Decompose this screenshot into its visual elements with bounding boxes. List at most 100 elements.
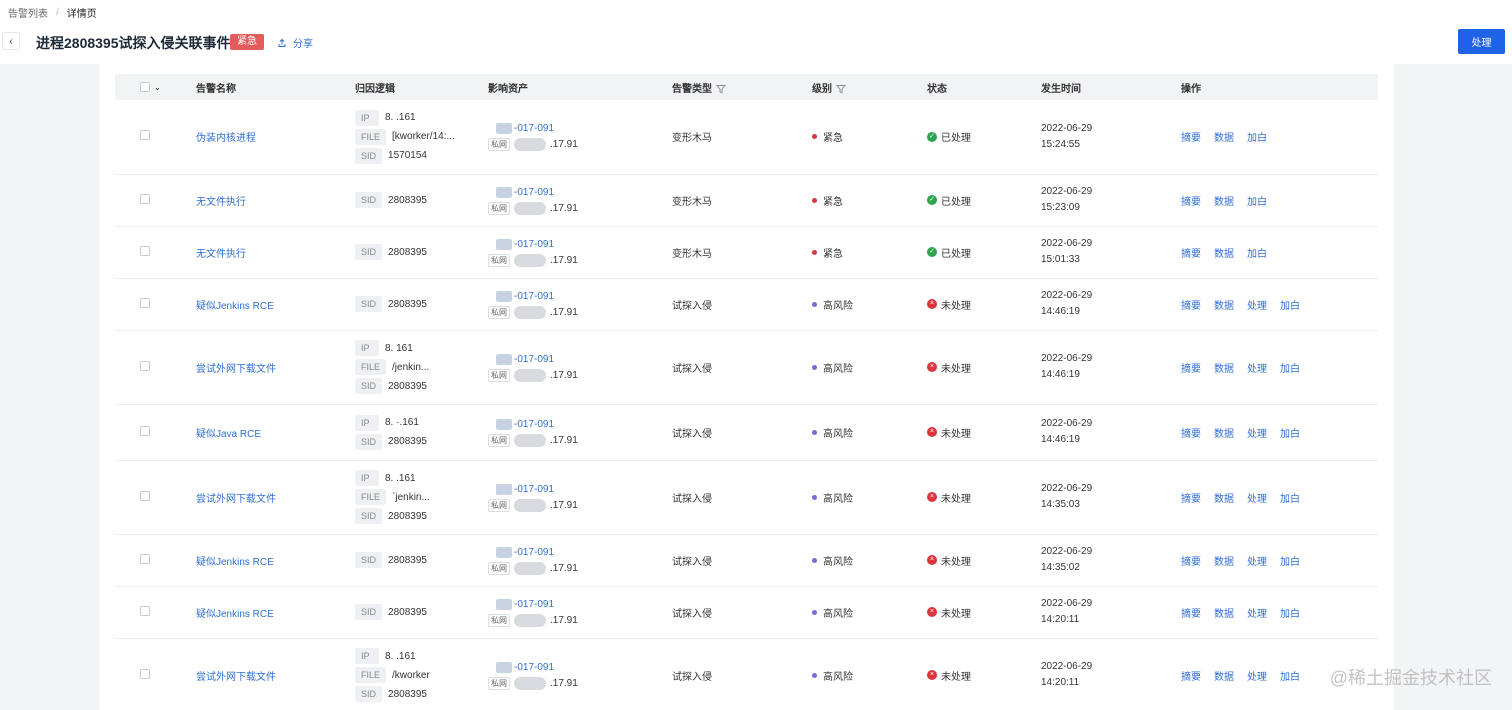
- row-checkbox[interactable]: [140, 130, 150, 141]
- alert-date: 2022-06-29: [1041, 353, 1093, 364]
- chevron-down-icon[interactable]: ⌄: [154, 83, 161, 92]
- row-checkbox[interactable]: [140, 668, 150, 679]
- op-link[interactable]: 数据: [1214, 129, 1234, 144]
- level-dot: [812, 364, 817, 370]
- attr-key: SID: [355, 686, 383, 702]
- op-link[interactable]: 数据: [1214, 605, 1234, 620]
- back-button[interactable]: ‹: [2, 32, 20, 50]
- logic-attr: SID 2808395: [355, 507, 488, 526]
- op-link[interactable]: 加白: [1280, 605, 1300, 620]
- asset-host-link[interactable]: -017-091: [514, 354, 554, 365]
- op-link[interactable]: 处理: [1247, 668, 1267, 683]
- asset-host-link[interactable]: -017-091: [514, 662, 554, 673]
- process-button[interactable]: 处理: [1458, 29, 1505, 54]
- row-checkbox[interactable]: [140, 490, 150, 501]
- redacted-block: [514, 498, 546, 512]
- row-checkbox[interactable]: [140, 425, 150, 436]
- op-link[interactable]: 加白: [1247, 245, 1267, 260]
- op-link[interactable]: 摘要: [1181, 129, 1201, 144]
- asset-host-link[interactable]: -017-091: [514, 123, 554, 134]
- alert-name-link[interactable]: 疑似Java RCE: [196, 429, 261, 440]
- table-row: 无文件执行 SID 2808395 -017-091 私网 .17.91 变形木…: [115, 226, 1378, 279]
- op-link[interactable]: 处理: [1247, 553, 1267, 568]
- op-link[interactable]: 处理: [1247, 605, 1267, 620]
- private-net-tag: 私网: [488, 433, 510, 447]
- alert-name-link[interactable]: 伪装内核进程: [196, 133, 256, 144]
- alert-name-link[interactable]: 尝试外网下载文件: [196, 672, 276, 683]
- row-actions: 摘要 数据 加白: [1181, 245, 1378, 260]
- op-link[interactable]: 摘要: [1181, 553, 1201, 568]
- alert-type: 试探入侵: [672, 278, 812, 331]
- op-link[interactable]: 处理: [1247, 297, 1267, 312]
- filter-icon[interactable]: [836, 84, 846, 94]
- alert-name-link[interactable]: 无文件执行: [196, 197, 246, 208]
- share-button[interactable]: 分享: [277, 35, 313, 50]
- op-link[interactable]: 摘要: [1181, 605, 1201, 620]
- status-cell: × 未处理: [927, 297, 1041, 312]
- asset-host-link[interactable]: -017-091: [514, 547, 554, 558]
- redacted-block: [514, 305, 546, 319]
- alert-name-link[interactable]: 疑似Jenkins RCE: [196, 557, 274, 568]
- op-link[interactable]: 数据: [1214, 425, 1234, 440]
- col-header-name: 告警名称: [196, 83, 236, 95]
- row-checkbox[interactable]: [140, 297, 150, 308]
- op-link[interactable]: 加白: [1247, 193, 1267, 208]
- op-link[interactable]: 处理: [1247, 425, 1267, 440]
- op-link[interactable]: 加白: [1280, 425, 1300, 440]
- row-checkbox[interactable]: [140, 193, 150, 204]
- op-link[interactable]: 摘要: [1181, 490, 1201, 505]
- op-link[interactable]: 数据: [1214, 245, 1234, 260]
- op-link[interactable]: 加白: [1280, 360, 1300, 375]
- private-net-tag: 私网: [488, 561, 510, 575]
- asset-host-link[interactable]: -017-091: [514, 599, 554, 610]
- op-link[interactable]: 加白: [1247, 129, 1267, 144]
- op-link[interactable]: 数据: [1214, 490, 1234, 505]
- attr-value: 2808395: [388, 436, 427, 447]
- redacted-block: [514, 676, 546, 690]
- op-link[interactable]: 加白: [1280, 553, 1300, 568]
- row-checkbox[interactable]: [140, 245, 150, 256]
- redacted-block: [496, 123, 512, 135]
- attr-value: 8. .161: [385, 650, 416, 662]
- asset-host-link[interactable]: -017-091: [514, 484, 554, 495]
- asset-host-link[interactable]: -017-091: [514, 187, 554, 198]
- urgency-tag: 紧急: [230, 34, 264, 50]
- alert-name-link[interactable]: 疑似Jenkins RCE: [196, 609, 274, 620]
- op-link[interactable]: 数据: [1214, 553, 1234, 568]
- filter-icon[interactable]: [716, 84, 726, 94]
- op-link[interactable]: 处理: [1247, 360, 1267, 375]
- op-link[interactable]: 摘要: [1181, 668, 1201, 683]
- level-label: 高风险: [823, 428, 853, 440]
- op-link[interactable]: 摘要: [1181, 245, 1201, 260]
- op-link[interactable]: 数据: [1214, 297, 1234, 312]
- level-label: 高风险: [823, 671, 853, 683]
- op-link[interactable]: 处理: [1247, 490, 1267, 505]
- op-link[interactable]: 摘要: [1181, 297, 1201, 312]
- asset-host-link[interactable]: -017-091: [514, 239, 554, 250]
- row-checkbox[interactable]: [140, 553, 150, 564]
- alert-name-link[interactable]: 无文件执行: [196, 249, 246, 260]
- select-all-checkbox[interactable]: [140, 82, 150, 92]
- op-link[interactable]: 加白: [1280, 297, 1300, 312]
- breadcrumb-root[interactable]: 告警列表: [8, 5, 48, 20]
- alert-name-link[interactable]: 疑似Jenkins RCE: [196, 301, 274, 312]
- op-link[interactable]: 摘要: [1181, 360, 1201, 375]
- asset-ip: .17.91: [550, 677, 578, 689]
- op-link[interactable]: 数据: [1214, 193, 1234, 208]
- alert-name-link[interactable]: 尝试外网下载文件: [196, 494, 276, 505]
- row-checkbox[interactable]: [140, 605, 150, 616]
- asset-host-link[interactable]: -017-091: [514, 291, 554, 302]
- asset-host-link[interactable]: -017-091: [514, 419, 554, 430]
- level-dot: [812, 609, 817, 615]
- op-link[interactable]: 摘要: [1181, 193, 1201, 208]
- alert-date: 2022-06-29: [1041, 483, 1093, 494]
- col-header-ops: 操作: [1181, 83, 1201, 95]
- logic-attr: SID 1570154: [355, 146, 488, 165]
- op-link[interactable]: 摘要: [1181, 425, 1201, 440]
- op-link[interactable]: 数据: [1214, 668, 1234, 683]
- op-link[interactable]: 加白: [1280, 490, 1300, 505]
- row-checkbox[interactable]: [140, 360, 150, 371]
- alert-name-link[interactable]: 尝试外网下载文件: [196, 364, 276, 375]
- op-link[interactable]: 数据: [1214, 360, 1234, 375]
- op-link[interactable]: 加白: [1280, 668, 1300, 683]
